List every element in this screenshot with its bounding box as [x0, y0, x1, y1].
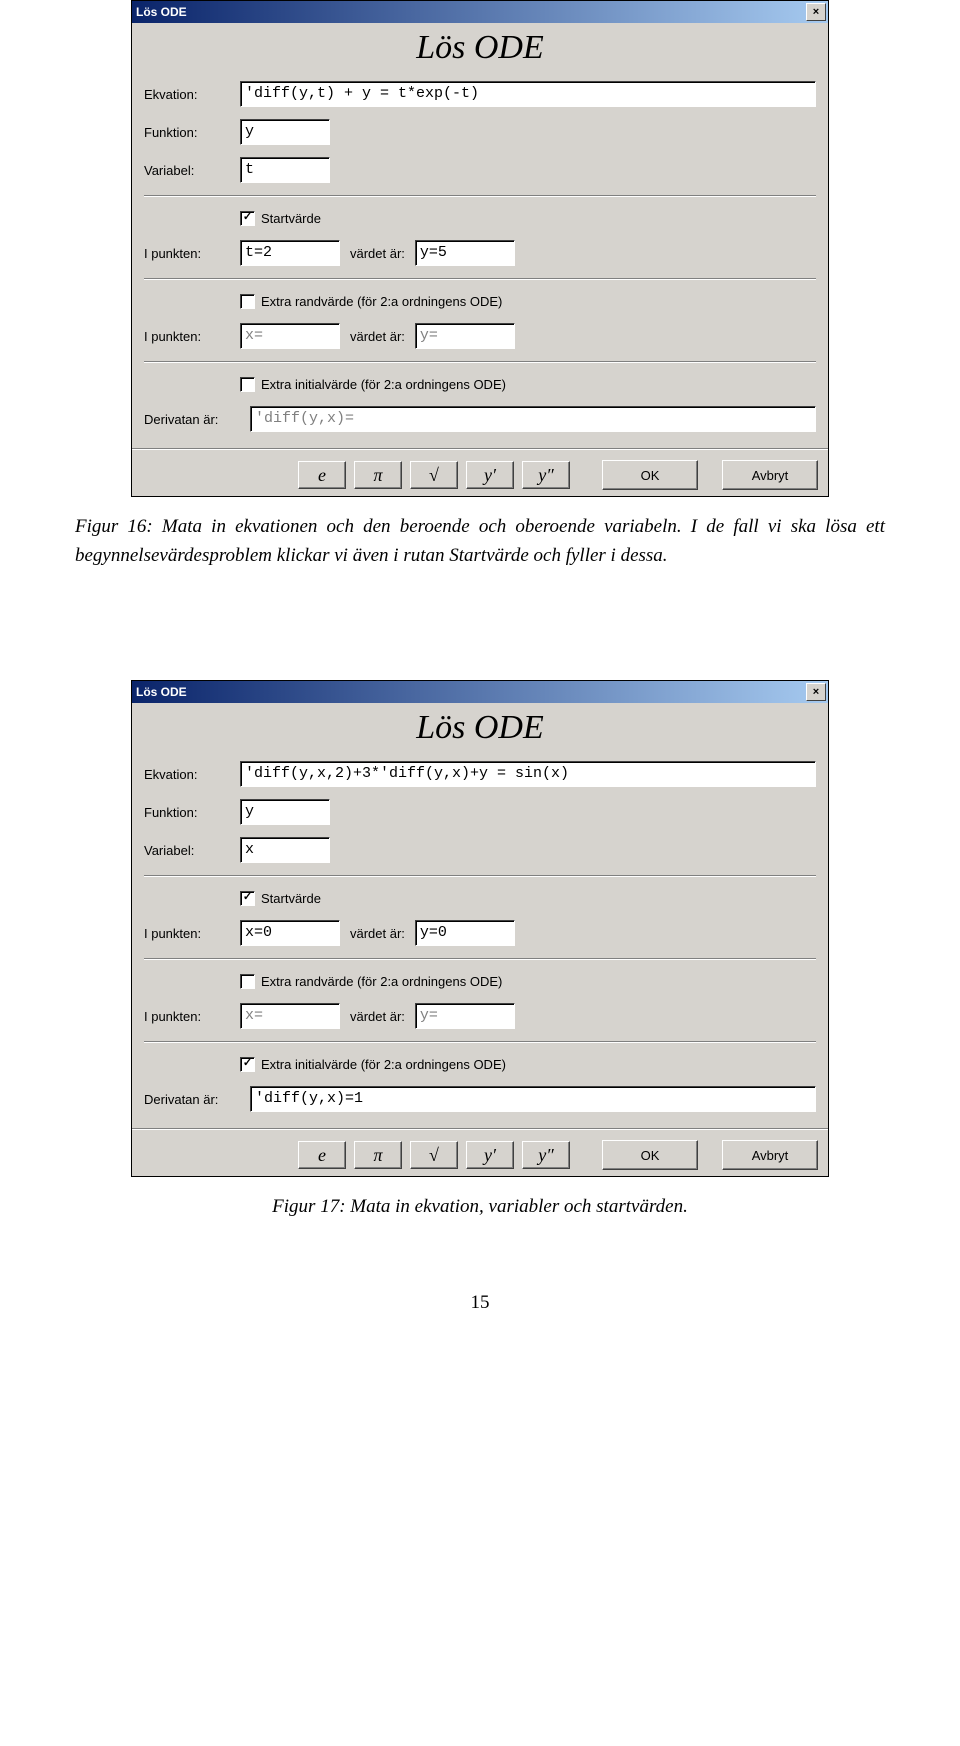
window-title: Lös ODE [136, 685, 187, 699]
label-ipunkten: I punkten: [144, 1009, 230, 1024]
yprime-button[interactable]: y′ [466, 1141, 514, 1169]
label-vardet: värdet är: [350, 329, 405, 344]
sqrt-button[interactable]: √ [410, 461, 458, 489]
startvarde-label: Startvärde [261, 211, 321, 226]
punkt1-input[interactable]: t=2 [240, 240, 340, 266]
label-ipunkten: I punkten: [144, 926, 230, 941]
figure-16-caption: Figur 16: Mata in ekvationen och den ber… [75, 513, 885, 570]
dialog-los-ode-2: Lös ODE × Lös ODE Ekvation: 'diff(y,x,2)… [131, 680, 829, 1177]
button-row: e π √ y′ y″ OK Avbryt [132, 1134, 828, 1176]
checkbox-icon: ✓ [240, 1057, 255, 1072]
label-vardet: värdet är: [350, 246, 405, 261]
e-button[interactable]: e [298, 1141, 346, 1169]
checkbox-icon: ✓ [240, 891, 255, 906]
variabel-input[interactable]: t [240, 157, 330, 183]
extra-rand-checkbox[interactable]: Extra randvärde (för 2:a ordningens ODE) [240, 294, 816, 309]
checkbox-icon [240, 377, 255, 392]
close-icon[interactable]: × [806, 3, 826, 21]
label-derivatan: Derivatan är: [144, 1092, 240, 1107]
extra-init-label: Extra initialvärde (för 2:a ordningens O… [261, 377, 506, 392]
ydoubleprime-button[interactable]: y″ [522, 1141, 570, 1169]
variabel-input[interactable]: x [240, 837, 330, 863]
varde1-input[interactable]: y=5 [415, 240, 515, 266]
extra-rand-label: Extra randvärde (för 2:a ordningens ODE) [261, 294, 502, 309]
varde1-input[interactable]: y=0 [415, 920, 515, 946]
extra-rand-checkbox[interactable]: Extra randvärde (för 2:a ordningens ODE) [240, 974, 816, 989]
label-ekvation: Ekvation: [144, 87, 230, 102]
label-funktion: Funktion: [144, 805, 230, 820]
varde2-input[interactable]: y= [415, 1003, 515, 1029]
startvarde-checkbox[interactable]: ✓ Startvärde [240, 891, 816, 906]
label-ekvation: Ekvation: [144, 767, 230, 782]
punkt2-input[interactable]: x= [240, 1003, 340, 1029]
punkt2-input[interactable]: x= [240, 323, 340, 349]
pi-button[interactable]: π [354, 461, 402, 489]
dialog-los-ode-1: Lös ODE × Lös ODE Ekvation: 'diff(y,t) +… [131, 0, 829, 497]
startvarde-label: Startvärde [261, 891, 321, 906]
extra-init-checkbox[interactable]: ✓ Extra initialvärde (för 2:a ordningens… [240, 1057, 816, 1072]
label-ipunkten: I punkten: [144, 329, 230, 344]
pi-button[interactable]: π [354, 1141, 402, 1169]
button-row: e π √ y′ y″ OK Avbryt [132, 454, 828, 496]
dialog-heading: Lös ODE [132, 23, 828, 77]
dialog-heading: Lös ODE [132, 703, 828, 757]
ekvation-input[interactable]: 'diff(y,t) + y = t*exp(-t) [240, 81, 816, 107]
label-vardet: värdet är: [350, 1009, 405, 1024]
cancel-button[interactable]: Avbryt [722, 1140, 818, 1170]
close-icon[interactable]: × [806, 683, 826, 701]
yprime-button[interactable]: y′ [466, 461, 514, 489]
checkbox-icon: ✓ [240, 211, 255, 226]
label-derivatan: Derivatan är: [144, 412, 240, 427]
funktion-input[interactable]: y [240, 799, 330, 825]
titlebar[interactable]: Lös ODE × [132, 681, 828, 703]
label-funktion: Funktion: [144, 125, 230, 140]
ydoubleprime-button[interactable]: y″ [522, 461, 570, 489]
window-title: Lös ODE [136, 5, 187, 19]
derivatan-input[interactable]: 'diff(y,x)=1 [250, 1086, 816, 1112]
label-vardet: värdet är: [350, 926, 405, 941]
ekvation-input[interactable]: 'diff(y,x,2)+3*'diff(y,x)+y = sin(x) [240, 761, 816, 787]
cancel-button[interactable]: Avbryt [722, 460, 818, 490]
checkbox-icon [240, 294, 255, 309]
funktion-input[interactable]: y [240, 119, 330, 145]
titlebar[interactable]: Lös ODE × [132, 1, 828, 23]
label-ipunkten: I punkten: [144, 246, 230, 261]
checkbox-icon [240, 974, 255, 989]
extra-init-checkbox[interactable]: Extra initialvärde (för 2:a ordningens O… [240, 377, 816, 392]
label-variabel: Variabel: [144, 163, 230, 178]
extra-init-label: Extra initialvärde (för 2:a ordningens O… [261, 1057, 506, 1072]
extra-rand-label: Extra randvärde (för 2:a ordningens ODE) [261, 974, 502, 989]
e-button[interactable]: e [298, 461, 346, 489]
derivatan-input[interactable]: 'diff(y,x)= [250, 406, 816, 432]
startvarde-checkbox[interactable]: ✓ Startvärde [240, 211, 816, 226]
figure-17-caption: Figur 17: Mata in ekvation, variabler oc… [75, 1193, 885, 1222]
sqrt-button[interactable]: √ [410, 1141, 458, 1169]
label-variabel: Variabel: [144, 843, 230, 858]
varde2-input[interactable]: y= [415, 323, 515, 349]
ok-button[interactable]: OK [602, 1140, 698, 1170]
ok-button[interactable]: OK [602, 460, 698, 490]
punkt1-input[interactable]: x=0 [240, 920, 340, 946]
page-number: 15 [75, 1292, 885, 1314]
